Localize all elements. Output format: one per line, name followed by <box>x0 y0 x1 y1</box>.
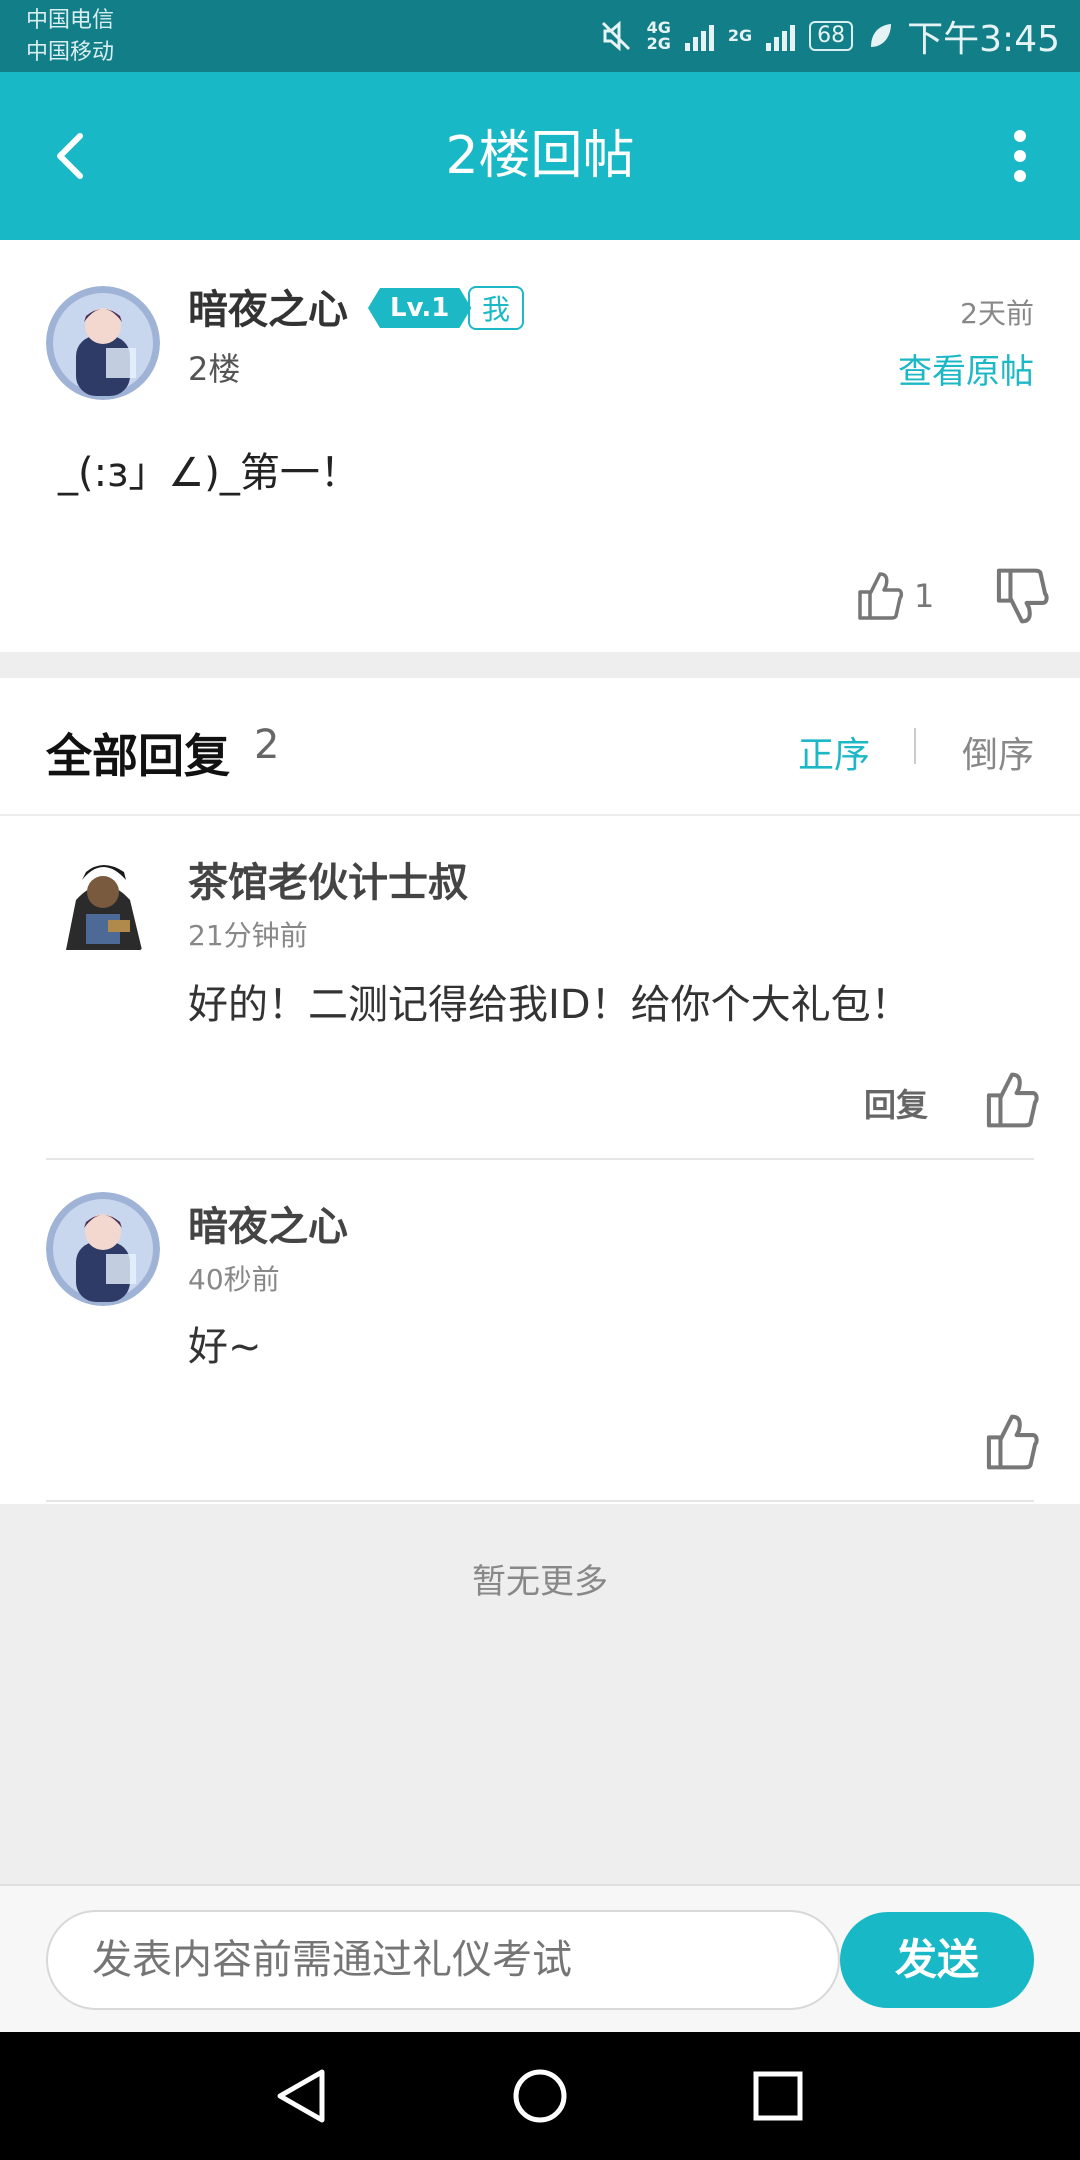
thumbs-down-icon[interactable] <box>992 566 1052 626</box>
status-icons: 4G 2G 2G 68 下午3:45 <box>599 14 1060 60</box>
view-original-link[interactable]: 查看原帖 <box>898 344 1034 393</box>
like-count: 1 <box>914 577 935 615</box>
carrier-label-2: 中国移动 <box>26 40 115 65</box>
sort-descending-tab[interactable]: 倒序 <box>962 726 1034 778</box>
no-more-label: 暂无更多 <box>472 1562 608 1602</box>
avatar-image <box>46 286 160 400</box>
comment-input[interactable] <box>46 1910 840 2010</box>
author-avatar[interactable] <box>46 286 160 400</box>
reply-time: 40秒前 <box>188 1263 280 1296</box>
replies-title: 全部回复 <box>46 729 230 783</box>
reply-avatar[interactable] <box>46 850 160 964</box>
thumbs-up-icon[interactable] <box>982 1070 1042 1130</box>
status-bar: 中国电信 中国移动 4G 2G 2G 68 下午3:45 <box>0 0 1080 72</box>
back-arrow-icon[interactable] <box>42 126 102 186</box>
author-name[interactable]: 暗夜之心 <box>188 282 348 338</box>
reply-author[interactable]: 茶馆老伙计士叔 <box>188 850 468 908</box>
clock: 下午3:45 <box>907 19 1060 60</box>
header-divider <box>0 814 1080 816</box>
app-header: 2楼回帖 <box>0 72 1080 240</box>
reply-divider <box>46 1158 1034 1160</box>
signal-icon-1 <box>684 21 714 51</box>
like-button[interactable]: 1 <box>856 566 934 626</box>
section-divider <box>0 652 1080 678</box>
sort-divider <box>914 728 916 764</box>
battery-icon: 68 <box>809 21 854 51</box>
nav-home-icon[interactable] <box>500 2056 580 2136</box>
floor-label: 2楼 <box>188 350 241 388</box>
reply-button[interactable]: 回复 <box>864 1080 928 1126</box>
post-time: 2天前 <box>960 297 1034 330</box>
system-nav-bar <box>0 2032 1080 2160</box>
send-button[interactable]: 发送 <box>840 1912 1034 2008</box>
signal-icon-2 <box>766 21 796 51</box>
leaf-icon <box>871 24 892 47</box>
nav-recents-icon[interactable] <box>738 2056 818 2136</box>
reply-text: 好的！二测记得给我ID！给你个大礼包！ <box>188 982 911 1028</box>
thumbs-up-icon[interactable] <box>982 1412 1042 1472</box>
reply-divider <box>46 1500 1034 1502</box>
post-content: _(:з」∠)_第一！ <box>58 450 360 496</box>
reply-avatar[interactable] <box>46 1192 160 1306</box>
page-title: 2楼回帖 <box>445 126 635 186</box>
carrier-label-1: 中国电信 <box>26 8 115 33</box>
me-badge: 我 <box>468 286 524 330</box>
sort-ascending-tab[interactable]: 正序 <box>798 726 870 778</box>
level-badge: Lv.1 <box>368 288 471 328</box>
avatar-image <box>46 1192 160 1306</box>
mute-icon <box>601 20 630 52</box>
network-type-2: 2G <box>727 26 753 45</box>
avatar-image <box>46 850 160 964</box>
thumbs-up-icon <box>858 572 904 620</box>
reply-time: 21分钟前 <box>188 919 308 952</box>
more-vertical-icon[interactable] <box>1000 126 1040 186</box>
reply-author[interactable]: 暗夜之心 <box>188 1194 348 1252</box>
reply-text: 好~ <box>188 1324 262 1370</box>
replies-count: 2 <box>254 722 280 768</box>
nav-back-icon[interactable] <box>262 2056 342 2136</box>
network-type: 4G 2G <box>646 18 671 53</box>
